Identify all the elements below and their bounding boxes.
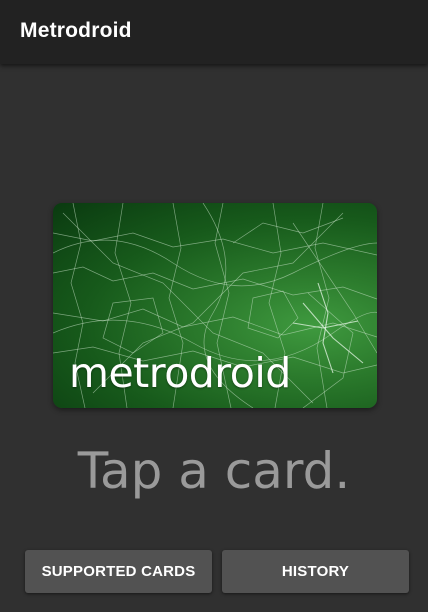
app-root: Metrodroid metrodroid Tap a card. SUPPOR… <box>0 0 428 612</box>
supported-cards-button[interactable]: SUPPORTED CARDS <box>25 550 212 593</box>
card-image: metrodroid <box>53 203 377 408</box>
history-button[interactable]: HISTORY <box>222 550 409 593</box>
app-bar: Metrodroid <box>0 0 428 64</box>
app-title: Metrodroid <box>20 19 132 42</box>
tap-card-prompt: Tap a card. <box>77 442 351 500</box>
card-logo-text: metrodroid <box>69 349 291 397</box>
